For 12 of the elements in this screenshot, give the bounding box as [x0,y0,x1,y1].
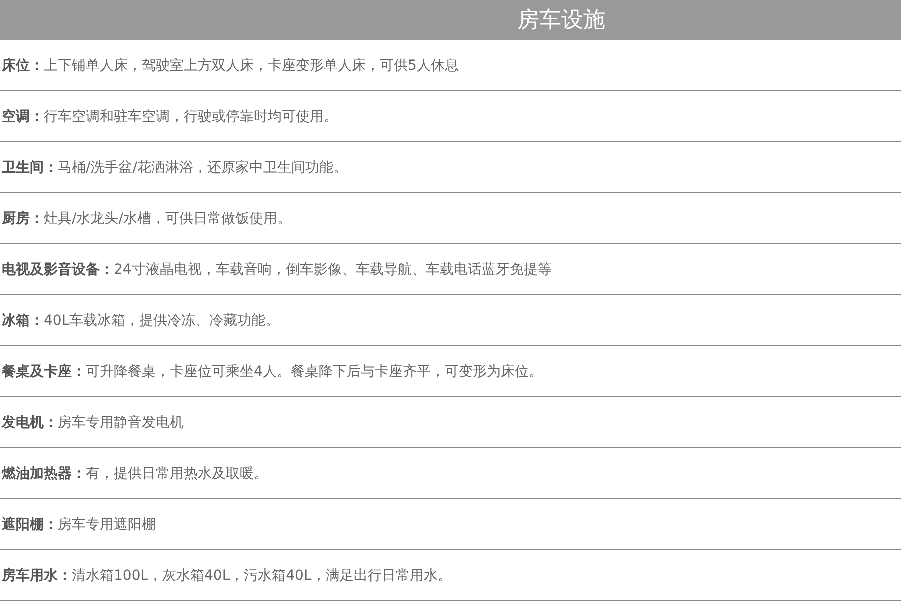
facility-description: 卫生间：马桶/洗手盆/花洒淋浴，还原家中卫生间功能。 [2,159,348,177]
facility-description: 空调：行车空调和驻车空调，行驶或停靠时均可使用。 [2,108,338,126]
facility-description: 房车用水：清水箱100L，灰水箱40L，污水箱40L，满足出行日常用水。 [2,567,452,585]
facility-description: 燃油加热器：有，提供日常用热水及取暖。 [2,465,268,483]
facility-description: 电视及影音设备：24寸液晶电视，车载音响，倒车影像、车载导航、车载电话蓝牙免提等 [2,261,552,279]
facility-description: 冰箱：40L车载冰箱，提供冷冻、冷藏功能。 [2,312,280,330]
facility-description: 遮阳棚：房车专用遮阳棚 [2,516,156,534]
facility-description: 发电机：房车专用静音发电机 [2,414,184,432]
facility-description: 厨房：灶具/水龙头/水槽，可供日常做饭使用。 [2,210,292,228]
facility-description: 餐桌及卡座：可升降餐桌，卡座位可乘坐4人。餐桌降下后与卡座齐平，可变形为床位。 [2,363,543,381]
page-title: 房车设施 [518,7,606,35]
facility-description: 床位：上下铺单人床，驾驶室上方双人床，卡座变形单人床，可供5人休息 [2,57,459,75]
